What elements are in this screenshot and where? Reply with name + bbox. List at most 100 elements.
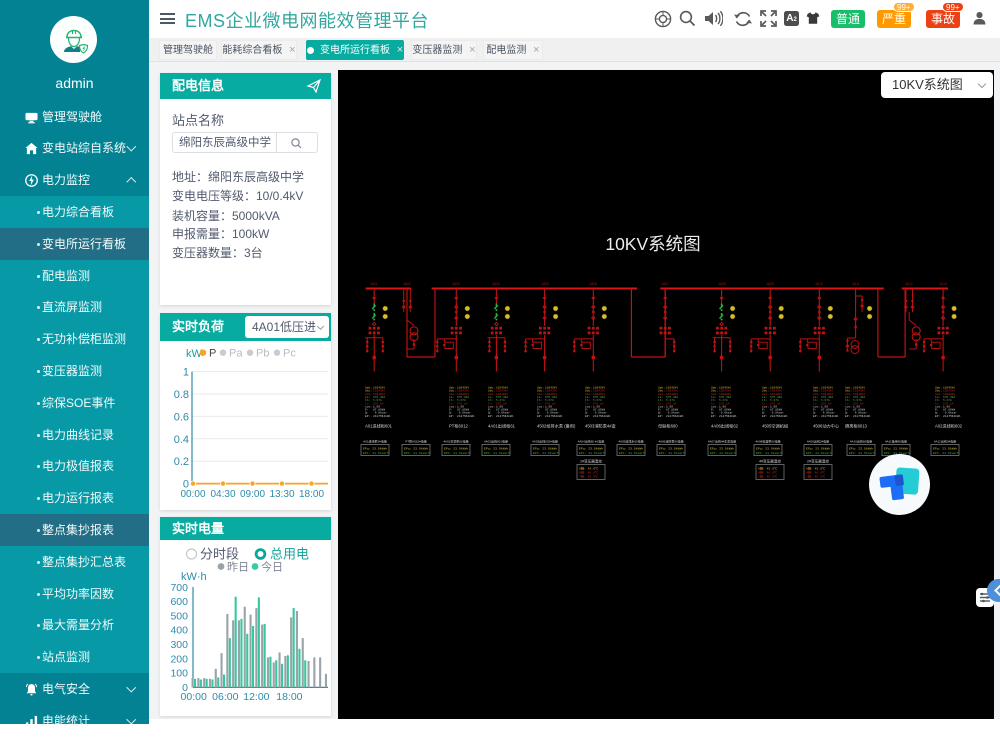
svg-text:4A07出线4#主変電量: 4A07出线4#主変電量: [708, 439, 736, 444]
svg-text:EPt: 21.5kvarh: EPt: 21.5kvarh: [444, 451, 470, 455]
svg-text:EP:: EP:: [935, 415, 940, 418]
svg-text:4A03出线602#电量: 4A03出线602#电量: [532, 439, 558, 444]
svg-text:100: 100: [170, 668, 188, 680]
svg-text:4503消防泵4#变: 4503消防泵4#变: [585, 423, 616, 430]
svg-text:EPt: 21.5kvarh: EPt: 21.5kvarh: [806, 451, 832, 455]
svg-text:4A12: 4A12: [905, 282, 913, 286]
svg-text:300: 300: [170, 639, 188, 651]
svg-text:A02进线柜602: A02进线柜602: [935, 423, 963, 430]
svg-text:06:00: 06:00: [212, 691, 238, 703]
svg-text:EPt: 21.5kvarh: EPt: 21.5kvarh: [484, 451, 510, 455]
svg-text:EPt: 21.5kvarh: EPt: 21.5kvarh: [363, 451, 389, 455]
svg-text:09:00: 09:00: [240, 489, 265, 500]
svg-text:2127564kWh: 2127564kWh: [770, 414, 788, 418]
svg-text:昨日: 昨日: [227, 561, 249, 574]
svg-text:A01进线柜601: A01进线柜601: [365, 423, 393, 430]
svg-text:1: 1: [183, 367, 189, 379]
svg-text:EP:: EP:: [449, 415, 454, 418]
svg-text:EP:: EP:: [585, 415, 590, 418]
svg-text:12:00: 12:00: [243, 691, 269, 703]
svg-text:4A08: 4A08: [718, 282, 726, 286]
svg-text:EP:: EP:: [813, 415, 818, 418]
svg-text:4A11: 4A11: [852, 282, 859, 286]
svg-text:2127564kWh: 2127564kWh: [666, 414, 684, 418]
svg-text:10KV系统图: 10KV系统图: [605, 234, 700, 254]
svg-text:4A02出线601电量: 4A02出线601电量: [484, 439, 508, 444]
svg-text:隔离柜6013: 隔离柜6013: [845, 423, 868, 430]
svg-text:2127564kWh: 2127564kWh: [821, 414, 839, 418]
svg-text:Pb: Pb: [256, 348, 269, 360]
svg-text:EPt: 21.5kvarh: EPt: 21.5kvarh: [756, 451, 782, 455]
svg-text:2127564kWh: 2127564kWh: [853, 414, 871, 418]
svg-text:1#变压器温控: 1#变压器温控: [580, 459, 602, 464]
svg-text:4A01出线柜61: 4A01出线柜61: [488, 423, 516, 430]
svg-text:4A06出线柜62: 4A06出线柜62: [711, 423, 739, 430]
svg-text:PT柜6012: PT柜6012: [449, 423, 469, 430]
svg-text:2127564kWh: 2127564kWh: [545, 414, 563, 418]
svg-text:A01进线柜1#电量: A01进线柜1#电量: [363, 439, 387, 444]
svg-text:4A05给排水60电量: 4A05给排水60电量: [618, 439, 643, 444]
svg-text:4A06: 4A06: [589, 282, 597, 286]
svg-text:今日: 今日: [261, 560, 283, 574]
svg-text:C相: 45.9℃: C相: 45.9℃: [758, 474, 777, 479]
svg-text:4505空调机组: 4505空调机组: [762, 423, 788, 430]
svg-text:EP:: EP:: [711, 415, 716, 418]
svg-text:4A10: 4A10: [815, 282, 823, 286]
svg-text:母联柜600: 母联柜600: [658, 423, 678, 430]
svg-text:04:30: 04:30: [210, 489, 235, 500]
svg-text:EPt: 21.5kvarh: EPt: 21.5kvarh: [579, 451, 605, 455]
svg-text:2127564kWh: 2127564kWh: [943, 414, 961, 418]
svg-text:EP:: EP:: [845, 415, 850, 418]
svg-text:4A01空调机60电量: 4A01空调机60电量: [443, 439, 468, 444]
svg-text:EP:: EP:: [488, 415, 493, 418]
svg-text:EPt: 21.5kvarh: EPt: 21.5kvarh: [619, 451, 645, 455]
svg-text:2127564kWh: 2127564kWh: [373, 414, 391, 418]
svg-text:EPt: 21.5kvarh: EPt: 21.5kvarh: [404, 451, 430, 455]
svg-text:2127564kWh: 2127564kWh: [593, 414, 611, 418]
svg-text:700: 700: [170, 582, 188, 594]
svg-text:00:00: 00:00: [180, 489, 205, 500]
svg-text:0.8: 0.8: [174, 389, 189, 401]
svg-text:4502给排水泵 (备用): 4502给排水泵 (备用): [537, 423, 576, 430]
svg-text:4#变压器温控: 4#变压器温控: [759, 459, 781, 464]
svg-text:4A10出线60电量: 4A10出线60电量: [850, 439, 872, 444]
svg-text:EPt: 21.5kvarh: EPt: 21.5kvarh: [659, 451, 685, 455]
svg-text:Pa: Pa: [229, 348, 243, 360]
svg-text:4A11备用60电量: 4A11备用60电量: [885, 439, 907, 444]
svg-text:600: 600: [170, 596, 188, 608]
svg-text:PT柜(60)2#电量: PT柜(60)2#电量: [405, 439, 427, 444]
svg-text:4A01: 4A01: [370, 282, 378, 286]
svg-text:分时段: 分时段: [200, 547, 239, 562]
svg-text:4A09: 4A09: [766, 282, 774, 286]
svg-text:EPt: 21.5kvarh: EPt: 21.5kvarh: [533, 451, 559, 455]
svg-text:kW: kW: [186, 348, 203, 360]
svg-text:EP:: EP:: [658, 415, 663, 418]
svg-text:0.6: 0.6: [174, 411, 189, 423]
svg-text:500: 500: [170, 610, 188, 622]
svg-text:4A04出线60 #1电量: 4A04出线60 #1电量: [578, 439, 605, 444]
svg-text:4A02: 4A02: [403, 282, 411, 286]
svg-text:200: 200: [170, 653, 188, 665]
svg-text:4A06消防泵60电量: 4A06消防泵60电量: [658, 439, 683, 444]
svg-text:2127564kWh: 2127564kWh: [719, 414, 737, 418]
svg-text:00:00: 00:00: [181, 691, 207, 703]
svg-text:2127564kWh: 2127564kWh: [496, 414, 514, 418]
svg-text:18:00: 18:00: [299, 489, 324, 500]
svg-text:0.2: 0.2: [174, 456, 189, 468]
svg-text:4A03: 4A03: [452, 282, 460, 286]
svg-text:P: P: [209, 348, 216, 360]
svg-text:2127564kWh: 2127564kWh: [457, 414, 475, 418]
svg-text:EP:: EP:: [365, 415, 370, 418]
svg-text:4A12出线3#电量: 4A12出线3#电量: [934, 439, 956, 444]
svg-text:Pc: Pc: [283, 348, 296, 360]
svg-text:4A09出线2#电量: 4A09出线2#电量: [807, 439, 829, 444]
svg-text:4A04: 4A04: [492, 282, 500, 286]
svg-text:0.4: 0.4: [174, 434, 189, 446]
svg-text:4A05: 4A05: [541, 282, 549, 286]
svg-text:C相: 45.9℃: C相: 45.9℃: [806, 474, 825, 479]
svg-text:C相: 45.9℃: C相: 45.9℃: [579, 474, 598, 479]
svg-text:2#变压器温控: 2#变压器温控: [807, 459, 829, 464]
svg-text:4506动力中心: 4506动力中心: [813, 423, 840, 430]
svg-text:总用电: 总用电: [270, 547, 309, 562]
svg-text:EP:: EP:: [762, 415, 767, 418]
